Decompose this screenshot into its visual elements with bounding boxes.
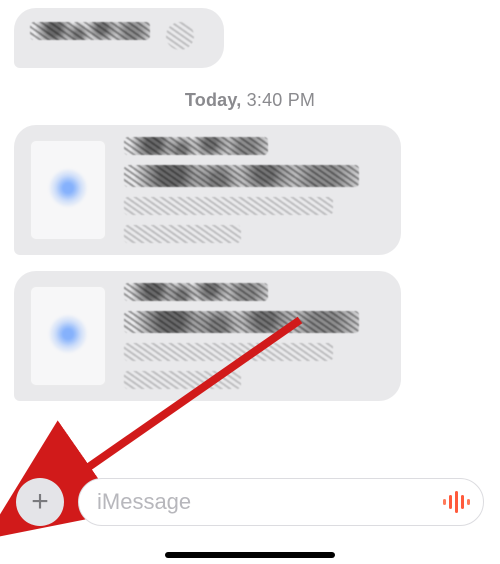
attachment-thumbnail[interactable] <box>30 140 106 240</box>
add-button[interactable]: + <box>16 478 64 526</box>
redacted-text <box>166 22 194 50</box>
attachment-thumbnail[interactable] <box>30 286 106 386</box>
redacted-text <box>124 225 241 243</box>
message-bubble[interactable] <box>14 8 486 68</box>
redacted-text <box>124 343 333 361</box>
message-bubble[interactable] <box>14 125 486 255</box>
timestamp-day: Today <box>185 90 236 110</box>
message-input[interactable] <box>97 489 441 515</box>
redacted-text <box>124 165 359 187</box>
redacted-text <box>124 311 359 333</box>
plus-icon: + <box>31 485 49 519</box>
timestamp-label: Today, 3:40 PM <box>14 90 486 111</box>
timestamp-time: 3:40 PM <box>247 90 315 110</box>
redacted-text <box>124 283 268 301</box>
redacted-text <box>124 197 333 215</box>
redacted-text <box>124 371 241 389</box>
redacted-text <box>124 137 268 155</box>
message-input-wrap[interactable] <box>78 478 484 526</box>
redacted-text <box>30 22 150 40</box>
message-composer: + <box>0 470 500 534</box>
message-bubble[interactable] <box>14 271 486 401</box>
home-indicator[interactable] <box>165 552 335 558</box>
chat-scroll: Today, 3:40 PM <box>0 0 500 401</box>
audio-record-icon[interactable] <box>441 490 471 514</box>
